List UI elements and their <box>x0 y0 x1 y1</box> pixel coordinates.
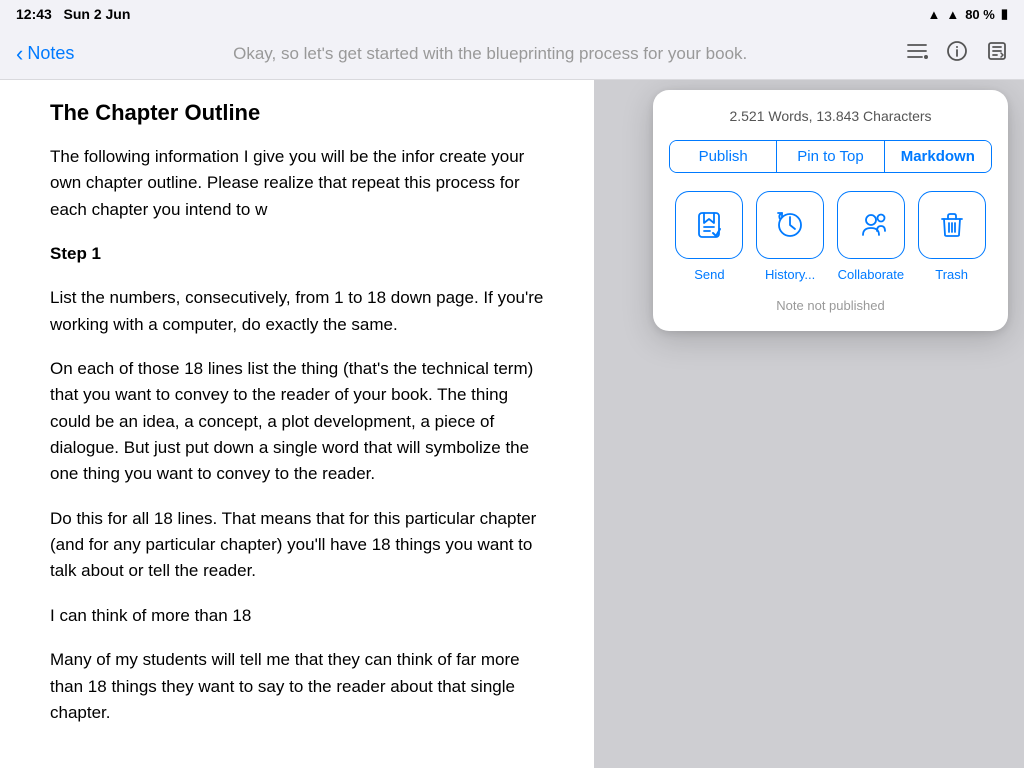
back-label[interactable]: Notes <box>27 43 74 64</box>
note-para-5: I can think of more than 18 <box>50 603 544 629</box>
trash-icon-box <box>918 191 986 259</box>
nav-back[interactable]: ‹ Notes <box>16 43 74 65</box>
back-arrow-icon: ‹ <box>16 43 23 65</box>
popup-actions: Send History... <box>669 191 992 282</box>
history-icon <box>774 209 806 241</box>
trash-label: Trash <box>935 267 968 282</box>
note-para-6: Many of my students will tell me that th… <box>50 647 544 726</box>
compose-icon[interactable] <box>986 40 1008 68</box>
collaborate-icon <box>855 209 887 241</box>
status-time-date: 12:43 Sun 2 Jun <box>16 6 130 22</box>
wifi-icon: ▲ <box>927 7 940 22</box>
send-icon <box>693 209 725 241</box>
history-icon-box <box>756 191 824 259</box>
status-time: 12:43 <box>16 6 52 22</box>
action-history[interactable]: History... <box>756 191 824 282</box>
note-para-1: The following information I give you wil… <box>50 144 544 223</box>
battery-level: 80 % <box>965 7 995 22</box>
tab-markdown[interactable]: Markdown <box>885 141 991 172</box>
note-para-4: Do this for all 18 lines. That means tha… <box>50 506 544 585</box>
popup-tabs: Publish Pin to Top Markdown <box>669 140 992 173</box>
tab-markdown-label: Markdown <box>901 148 975 165</box>
tab-publish[interactable]: Publish <box>670 141 777 172</box>
history-label: History... <box>765 267 815 282</box>
action-collaborate[interactable]: Collaborate <box>837 191 905 282</box>
nav-bar: ‹ Notes Okay, so let's get started with … <box>0 28 1024 80</box>
main-content: The Chapter Outline The following inform… <box>0 80 1024 768</box>
popup-stats: 2.521 Words, 13.843 Characters <box>669 108 992 124</box>
popup-footer: Note not published <box>669 298 992 313</box>
collaborate-label: Collaborate <box>838 267 905 282</box>
tab-pin-label: Pin to Top <box>797 148 863 165</box>
send-icon-box <box>675 191 743 259</box>
note-heading: The Chapter Outline <box>50 100 544 126</box>
status-right: ▲ ▲ 80 % ▮ <box>927 6 1008 22</box>
popup-card: 2.521 Words, 13.843 Characters Publish P… <box>653 90 1008 331</box>
trash-icon <box>936 209 968 241</box>
note-para-3: On each of those 18 lines list the thing… <box>50 356 544 488</box>
collaborate-icon-box <box>837 191 905 259</box>
status-bar: 12:43 Sun 2 Jun ▲ ▲ 80 % ▮ <box>0 0 1024 28</box>
note-para-2: List the numbers, consecutively, from 1 … <box>50 285 544 338</box>
note-step1: Step 1 <box>50 241 544 267</box>
info-icon[interactable] <box>946 40 968 68</box>
nav-title: Okay, so let's get started with the blue… <box>74 44 906 64</box>
battery-icon: ▮ <box>1001 6 1008 22</box>
action-send[interactable]: Send <box>675 191 743 282</box>
send-label: Send <box>694 267 724 282</box>
note-area[interactable]: The Chapter Outline The following inform… <box>0 80 594 768</box>
signal-icon: ▲ <box>946 7 959 22</box>
right-panel: 2.521 Words, 13.843 Characters Publish P… <box>594 80 1024 768</box>
status-date: Sun 2 Jun <box>63 6 130 22</box>
list-icon[interactable] <box>906 40 928 68</box>
tab-pin-to-top[interactable]: Pin to Top <box>777 141 884 172</box>
action-trash[interactable]: Trash <box>918 191 986 282</box>
tab-publish-label: Publish <box>699 148 748 165</box>
nav-actions <box>906 40 1008 68</box>
